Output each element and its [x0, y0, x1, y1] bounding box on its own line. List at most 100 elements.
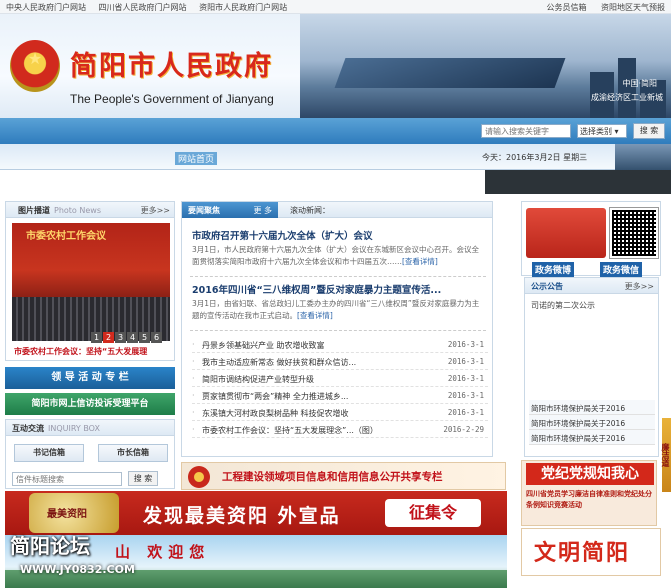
current-date: 今天：2016年3月2日 星期三	[482, 153, 588, 162]
link-sichuan-gov[interactable]: 四川省人民政府门户网站	[99, 3, 187, 12]
bullet-icon: ·	[192, 391, 195, 400]
bullet-icon: ·	[192, 374, 195, 383]
news-box: 要闻聚焦 更 多 滚动新闻： 市政府召开第十六届九次全体（扩大）会议 3月1日，…	[181, 201, 493, 457]
promo-stamp: 征集令	[385, 499, 481, 527]
news-more-link[interactable]: 更 多	[253, 205, 272, 216]
nav-home-link[interactable]: 网站首页	[175, 152, 218, 165]
credit-banner-text: 工程建设领域项目信息和信用信息公开共享专栏	[222, 471, 443, 483]
notice-box: 公示公告 更多>> 司诺的第二次公示 简阳市环境保护局关于2016 简阳市环境保…	[524, 277, 659, 457]
mail-search-button[interactable]: 搜 索	[128, 471, 158, 486]
search-button[interactable]: 搜 索	[633, 123, 665, 139]
link-ziyang-gov[interactable]: 资阳市人民政府门户网站	[199, 3, 287, 12]
interaction-title: 互动交流 INQUIRY BOX	[12, 423, 100, 434]
featured-more-link[interactable]: [查看详情]	[297, 311, 333, 320]
featured-summary-text: 3月1日，由省妇联、省总政妇儿工委办主办的四川省“三八维权周”暨反对家庭暴力为主…	[192, 299, 480, 320]
interaction-title-en: INQUIRY BOX	[48, 424, 100, 433]
top-left-links: 中央人民政府门户网站 四川省人民政府门户网站 资阳市人民政府门户网站	[6, 2, 297, 13]
pager-4[interactable]: 4	[127, 332, 138, 343]
notice-link[interactable]: 简阳市环境保护局关于2016	[529, 430, 655, 445]
ziyang-logo: 最美资阳	[29, 493, 119, 533]
link-weather[interactable]: 资阳地区天气预报	[601, 3, 665, 12]
welcome-text: 山 欢迎您	[115, 543, 211, 561]
news-item-title: 我市主动适应新常态 做好扶贫和群众信访...	[202, 358, 357, 367]
photo-news-image[interactable]: 市委农村工作会议	[12, 223, 170, 341]
weibo-label[interactable]: 政务微博	[532, 262, 575, 277]
sub-nav-bar: 网站首页 今天：2016年3月2日 星期三	[0, 144, 671, 170]
news-item-title: 贾家镇贯彻市“两会”精神 全力推进城乡...	[202, 392, 349, 401]
side-float-ad[interactable]: 廉洁道	[661, 418, 671, 492]
bullet-icon: ·	[192, 408, 195, 417]
featured-headline[interactable]: 2016年四川省“三八维权周”暨反对家庭暴力主题宣传活...	[192, 282, 441, 296]
notice-header: 公示公告 更多>>	[525, 278, 658, 294]
interaction-header: 互动交流 INQUIRY BOX	[6, 420, 174, 436]
promo-banner[interactable]: 最美资阳 发现最美资阳 外宣品 征集令	[5, 491, 507, 535]
weibo-icon[interactable]	[526, 208, 606, 258]
tab-news-focus-label: 要闻聚焦	[188, 206, 220, 215]
online-petition-banner[interactable]: 简阳市网上信访投诉受理平台	[5, 393, 175, 415]
bullet-icon: ·	[192, 425, 195, 434]
search-input[interactable]	[481, 124, 571, 138]
link-central-gov[interactable]: 中央人民政府门户网站	[6, 3, 86, 12]
photo-news-header: 图片播道 Photo News 更多>>	[6, 202, 174, 218]
news-item-title: 丹景乡领基础兴产业 助农增收致富	[202, 341, 325, 350]
mayor-mailbox-button[interactable]: 市长信箱	[98, 444, 168, 462]
weixin-label[interactable]: 政务微信	[600, 262, 643, 277]
news-item-date: 2016-3-1	[447, 408, 484, 417]
pager-5[interactable]: 5	[139, 332, 150, 343]
credit-info-banner[interactable]: 工程建设领域项目信息和信用信息公开共享专栏	[181, 462, 506, 490]
list-item[interactable]: · 简阳市调结构促进产业转型升级 2016-3-1	[192, 370, 488, 387]
news-item-date: 2016-3-1	[447, 391, 484, 400]
site-title: 简阳市人民政府	[70, 51, 273, 82]
list-item[interactable]: · 贾家镇贯彻市“两会”精神 全力推进城乡... 2016-3-1	[192, 387, 488, 404]
notice-item[interactable]: 司诺的第二次公示	[531, 300, 595, 311]
featured-more-link[interactable]: [查看详情]	[402, 257, 438, 266]
notice-more-link[interactable]: 更多>>	[625, 281, 654, 292]
forum-watermark-url: WWW.JY0832.COM	[20, 563, 135, 576]
news-item-title: 东溪镇大河村政良梨树品种 科技促农增收	[202, 409, 349, 418]
photo-news-more-link[interactable]: 更多>>	[141, 205, 170, 216]
mail-title-search-input[interactable]	[12, 472, 122, 486]
banner-caption: 中国·简阳	[622, 79, 657, 88]
site-title-english: The People's Government of Jianyang	[70, 92, 274, 106]
party-banner-title: 党纪党规知我心	[526, 463, 654, 485]
party-discipline-banner[interactable]: 党纪党规知我心 四川省党员学习廉洁自律准则和党纪处分条例知识竞赛活动	[521, 460, 657, 526]
top-right-links: 公务员信箱 资阳地区天气预报	[534, 2, 665, 13]
civilization-banner[interactable]: 文明简阳	[521, 528, 661, 576]
logo-text: 最美资阳	[47, 509, 87, 520]
notice-links: 简阳市环境保护局关于2016 简阳市环境保护局关于2016 简阳市环境保护局关于…	[529, 400, 655, 445]
list-item[interactable]: · 丹景乡领基础兴产业 助农增收致富 2016-3-1	[192, 336, 488, 353]
dark-strip	[485, 170, 671, 194]
city-skyline-image: 中国·简阳 成渝经济区工业新城	[300, 14, 671, 118]
pager-6[interactable]: 6	[151, 332, 162, 343]
news-item-title: 市委农村工作会议：坚持“五大发展理念”...（图）	[202, 426, 378, 435]
national-emblem-icon: ★	[10, 40, 60, 92]
top-links-bar: 中央人民政府门户网站 四川省人民政府门户网站 资阳市人民政府门户网站 公务员信箱…	[0, 0, 671, 14]
pager-3[interactable]: 3	[115, 332, 126, 343]
search-category-select[interactable]: 选择类别 ▾	[577, 124, 627, 138]
notice-link[interactable]: 简阳市环境保护局关于2016	[529, 415, 655, 430]
civil-banner-text: 文明简阳	[534, 541, 631, 566]
interaction-title-cn: 互动交流	[12, 424, 44, 433]
interaction-box: 互动交流 INQUIRY BOX 书记信箱 市长信箱 搜 索	[5, 419, 175, 489]
pager-1[interactable]: 1	[91, 332, 102, 343]
pager-2[interactable]: 2	[103, 332, 114, 343]
photo-pager: 123456	[90, 332, 162, 343]
link-civil-servant-mail[interactable]: 公务员信箱	[546, 3, 586, 12]
photo-news-title-cn: 图片播道	[18, 206, 50, 215]
secretary-mailbox-button[interactable]: 书记信箱	[14, 444, 84, 462]
site-banner: ★ 简阳市人民政府 The People's Government of Jia…	[0, 14, 671, 118]
leadership-activities-banner[interactable]: 领 导 活 动 专 栏	[5, 367, 175, 389]
tab-news-focus[interactable]: 要闻聚焦 更 多	[182, 202, 278, 218]
notice-link[interactable]: 简阳市环境保护局关于2016	[529, 400, 655, 415]
photo-news-title: 图片播道 Photo News	[18, 205, 101, 216]
list-item[interactable]: · 东溪镇大河村政良梨树品种 科技促农增收 2016-3-1	[192, 404, 488, 421]
featured-headline[interactable]: 市政府召开第十六届九次全体（扩大）会议	[192, 228, 373, 242]
divider	[190, 330, 486, 331]
list-item[interactable]: · 市委农村工作会议：坚持“五大发展理念”...（图） 2016-2-29	[192, 421, 488, 438]
qr-code-icon[interactable]	[609, 207, 659, 259]
banner-caption: 成渝经济区工业新城	[591, 93, 663, 102]
photo-news-caption[interactable]: 市委农村工作会议：坚持“五大发展理	[14, 346, 147, 357]
photo-stage-text: 市委农村工作会议	[26, 231, 106, 242]
list-item[interactable]: · 我市主动适应新常态 做好扶贫和群众信访... 2016-3-1	[192, 353, 488, 370]
forum-watermark: 简阳论坛	[10, 534, 90, 558]
